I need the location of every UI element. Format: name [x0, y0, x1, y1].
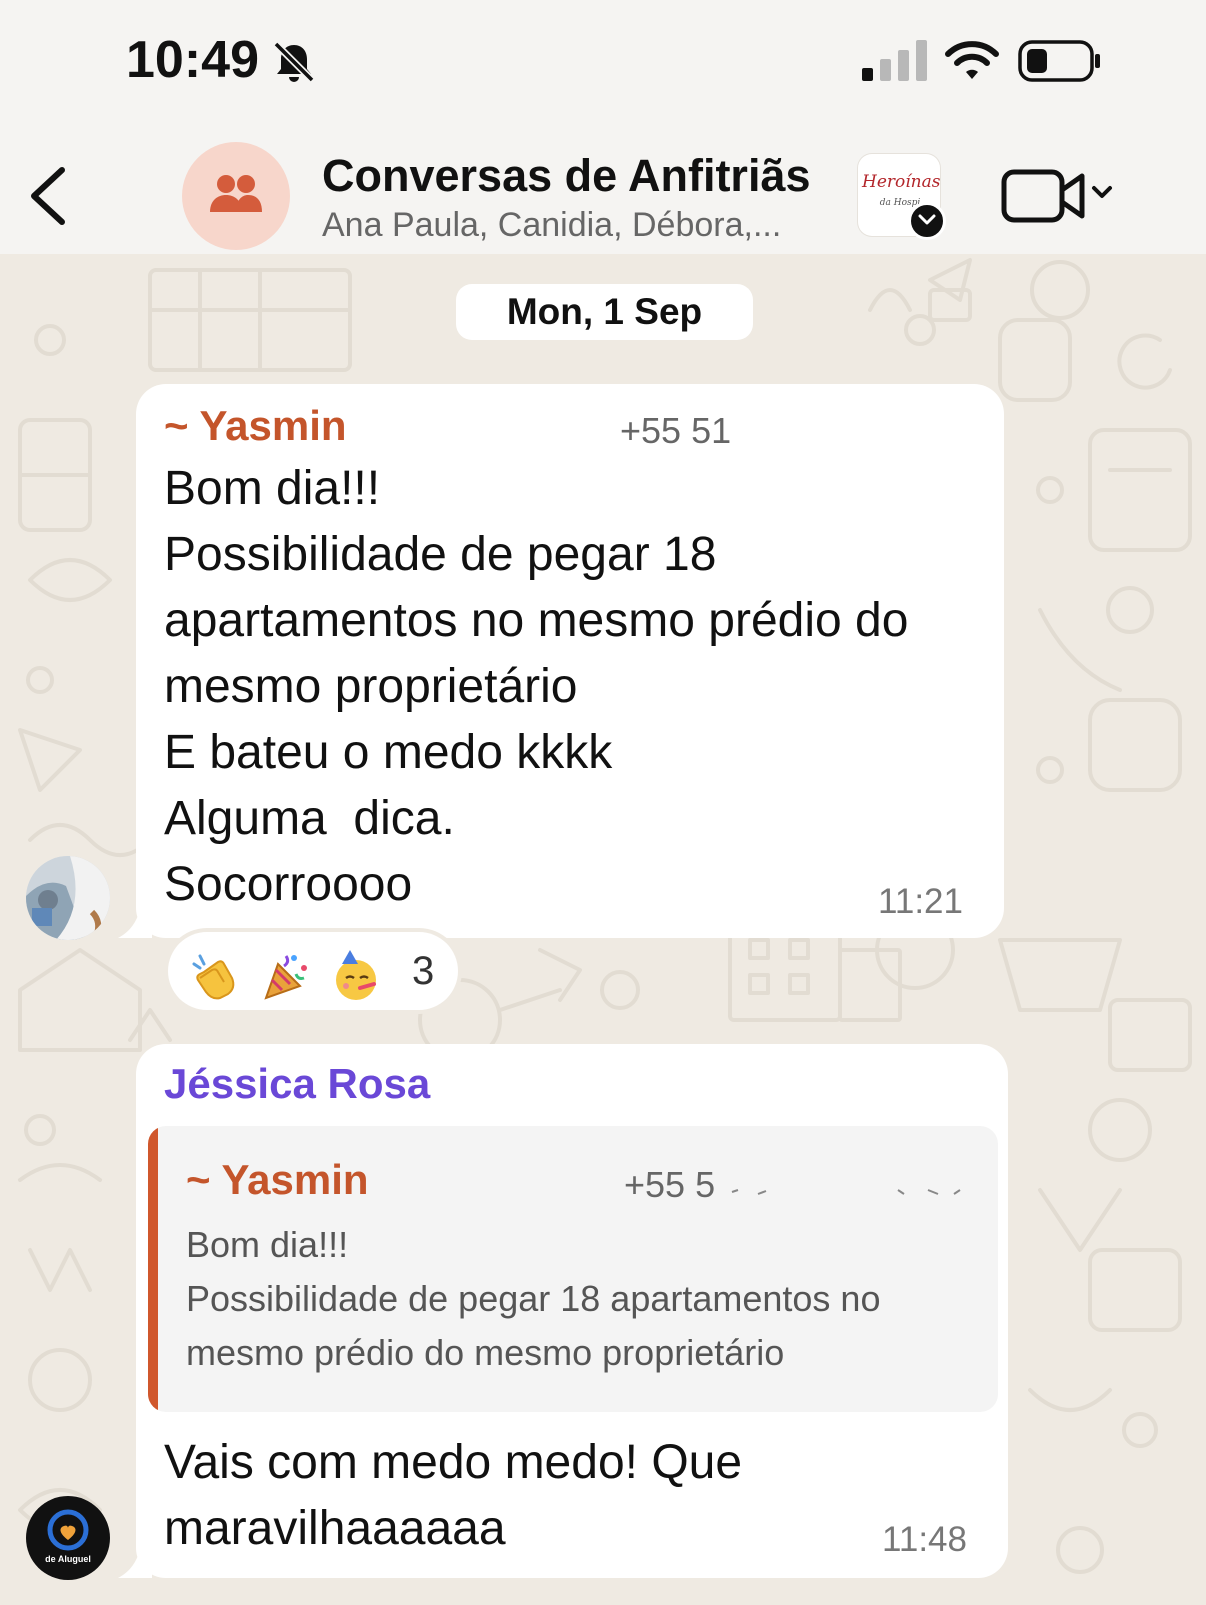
- battery-icon: [1018, 40, 1100, 82]
- sender-avatar-yasmin[interactable]: [26, 856, 110, 940]
- message-line: maravilhaaaaaa: [164, 1502, 506, 1555]
- message-reactions[interactable]: 3: [168, 932, 458, 1010]
- party-popper-icon: [264, 955, 307, 1000]
- avatar-logo: [47, 1509, 89, 1551]
- message-line: Vais com medo medo! Que: [164, 1436, 743, 1489]
- chat-header: Conversas de Anfitriãs Ana Paula, Canidi…: [0, 120, 1206, 254]
- avatar-photo: [26, 856, 110, 940]
- quoted-sender-phone: +55 5: [624, 1164, 716, 1205]
- clapping-hands-icon: [192, 954, 235, 1000]
- quoted-sender-name: ~ Yasmin: [186, 1156, 369, 1203]
- cellular-signal-icon: [862, 40, 927, 81]
- people-icon: [210, 175, 262, 212]
- chevron-left-icon[interactable]: [26, 164, 70, 228]
- quoted-line: Possibilidade de pegar 18 apartamentos n…: [186, 1278, 881, 1319]
- message-time: 11:48: [882, 1520, 967, 1559]
- avatar-caption: de Aluguel: [45, 1554, 91, 1564]
- message-bubble[interactable]: ~ Yasmin +55 51 Bom dia!!! Possibilidade…: [136, 384, 1004, 938]
- partying-face-icon: [336, 950, 376, 1000]
- group-avatar[interactable]: [182, 142, 290, 250]
- message-line: Alguma dica.: [164, 792, 455, 845]
- message-line: apartamentos no mesmo prédio do: [164, 594, 909, 647]
- message-line: E bateu o medo kkkk: [164, 726, 613, 779]
- wifi-icon: [945, 41, 999, 79]
- message-line: Bom dia!!!: [164, 462, 381, 515]
- chat-title[interactable]: Conversas de Anfitriãs: [322, 150, 811, 202]
- date-separator: Mon, 1 Sep: [456, 284, 753, 340]
- quoted-message[interactable]: ~ Yasmin +55 5 Bom dia!!! Possibilidade …: [148, 1126, 998, 1412]
- sender-name[interactable]: ~ Yasmin: [164, 402, 347, 450]
- redacted-phone-mark: [731, 1189, 961, 1195]
- community-chevron-icon[interactable]: [908, 202, 946, 240]
- video-camera-icon[interactable]: [1000, 164, 1120, 228]
- sender-avatar-jessica[interactable]: de Aluguel: [26, 1496, 110, 1580]
- chat-participants[interactable]: Ana Paula, Canidia, Débora,...: [322, 206, 781, 245]
- message-line: Possibilidade de pegar 18: [164, 528, 717, 581]
- quoted-line: Bom dia!!!: [186, 1224, 349, 1265]
- bell-slash-icon: [273, 41, 315, 83]
- message-line: mesmo proprietário: [164, 660, 578, 713]
- community-logo-script: Heroínas: [862, 172, 940, 192]
- sender-phone: +55 51: [620, 410, 732, 451]
- reaction-count: 3: [412, 949, 435, 993]
- message-time: 11:21: [878, 882, 963, 921]
- quoted-line: mesmo prédio do mesmo proprietário: [186, 1332, 785, 1373]
- quote-accent-bar: [148, 1126, 158, 1412]
- sender-name[interactable]: Jéssica Rosa: [164, 1060, 430, 1108]
- message-line: Socorroooo: [164, 858, 413, 911]
- status-bar: 10:49: [0, 0, 1206, 120]
- status-time: 10:49: [126, 31, 259, 89]
